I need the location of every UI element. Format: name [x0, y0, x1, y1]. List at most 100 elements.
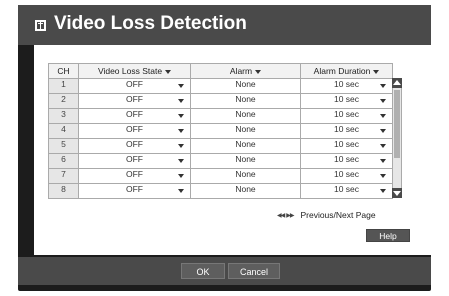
video-loss-state-select[interactable]: OFF	[78, 123, 191, 139]
header-video-loss-state[interactable]: Video Loss State	[78, 63, 191, 79]
channel-number-value: 4	[61, 124, 66, 135]
video-loss-state-select[interactable]: OFF	[78, 93, 191, 109]
chevron-down-icon[interactable]	[178, 159, 184, 163]
header-alarm[interactable]: Alarm	[190, 63, 301, 79]
alarm-value[interactable]: None	[190, 78, 301, 94]
table-row: 7 OFF None 10 sec	[48, 168, 393, 184]
table-scrollbar[interactable]	[392, 78, 402, 198]
alarm-duration-select[interactable]: 10 sec	[300, 153, 393, 169]
chevron-down-icon[interactable]	[380, 99, 386, 103]
alarm-duration-select[interactable]: 10 sec	[300, 123, 393, 139]
alarm-duration-select[interactable]: 10 sec	[300, 138, 393, 154]
alarm-value[interactable]: None	[190, 153, 301, 169]
alarm-duration-select[interactable]: 10 sec	[300, 108, 393, 124]
chevron-down-icon[interactable]	[178, 144, 184, 148]
table-row: 2 OFF None 10 sec	[48, 93, 393, 109]
video-loss-state-select[interactable]: OFF	[78, 138, 191, 154]
channel-number-value: 3	[61, 109, 66, 120]
video-loss-state-select[interactable]: OFF	[78, 78, 191, 94]
chevron-down-icon[interactable]	[178, 84, 184, 88]
menu-grid-icon	[35, 20, 46, 31]
alarm-value-value: None	[235, 184, 256, 195]
chevron-down-icon[interactable]	[380, 144, 386, 148]
alarm-value-value: None	[235, 79, 256, 90]
alarm-value[interactable]: None	[190, 183, 301, 199]
channel-number-value: 7	[61, 169, 66, 180]
channel-number: 5	[48, 138, 79, 154]
table-row: 1 OFF None 10 sec	[48, 78, 393, 94]
alarm-duration-select-value: 10 sec	[333, 79, 360, 90]
chevron-down-icon[interactable]	[380, 174, 386, 178]
next-page-icon[interactable]: ▶▶	[286, 212, 294, 219]
channel-number-value: 8	[61, 184, 66, 195]
alarm-duration-select-value: 10 sec	[333, 94, 360, 105]
header-alarm-duration[interactable]: Alarm Duration	[300, 63, 393, 79]
channel-number-value: 1	[61, 79, 66, 90]
previous-page-icon[interactable]: ◀◀	[277, 212, 285, 219]
channel-number: 6	[48, 153, 79, 169]
alarm-value-value: None	[235, 154, 256, 165]
chevron-down-icon[interactable]	[178, 114, 184, 118]
video-loss-state-select-value: OFF	[126, 169, 143, 180]
table-row: 5 OFF None 10 sec	[48, 138, 393, 154]
video-loss-state-select[interactable]: OFF	[78, 153, 191, 169]
alarm-duration-select[interactable]: 10 sec	[300, 78, 393, 94]
video-loss-state-select[interactable]: OFF	[78, 183, 191, 199]
chevron-down-icon	[373, 69, 380, 74]
video-loss-state-select[interactable]: OFF	[78, 108, 191, 124]
alarm-value[interactable]: None	[190, 123, 301, 139]
alarm-value[interactable]: None	[190, 93, 301, 109]
chevron-down-icon[interactable]	[380, 159, 386, 163]
chevron-down-icon[interactable]	[380, 114, 386, 118]
channel-number: 2	[48, 93, 79, 109]
help-button[interactable]: Help	[366, 229, 410, 242]
alarm-duration-select[interactable]: 10 sec	[300, 168, 393, 184]
alarm-duration-select-value: 10 sec	[333, 109, 360, 120]
alarm-duration-select-value: 10 sec	[333, 124, 360, 135]
alarm-value[interactable]: None	[190, 168, 301, 184]
title-bar: Video Loss Detection	[18, 5, 431, 45]
chevron-down-icon[interactable]	[178, 174, 184, 178]
video-loss-state-select-value: OFF	[126, 139, 143, 150]
video-loss-state-select[interactable]: OFF	[78, 168, 191, 184]
channel-number-value: 6	[61, 154, 66, 165]
video-loss-state-select-value: OFF	[126, 154, 143, 165]
alarm-duration-select[interactable]: 10 sec	[300, 93, 393, 109]
page-navigation: ◀◀ ▶▶ Previous/Next Page	[277, 209, 376, 221]
alarm-duration-select[interactable]: 10 sec	[300, 183, 393, 199]
action-bar: OK Cancel	[18, 257, 431, 285]
table-header-row: CH Video Loss State Alarm Alarm Duration	[48, 63, 393, 79]
alarm-value[interactable]: None	[190, 138, 301, 154]
chevron-down-icon[interactable]	[380, 129, 386, 133]
alarm-duration-select-value: 10 sec	[333, 169, 360, 180]
channel-number: 1	[48, 78, 79, 94]
chevron-down-icon[interactable]	[178, 99, 184, 103]
channel-number-value: 2	[61, 94, 66, 105]
channel-number-value: 5	[61, 139, 66, 150]
video-loss-state-select-value: OFF	[126, 184, 143, 195]
chevron-down-icon[interactable]	[178, 189, 184, 193]
chevron-down-icon[interactable]	[380, 84, 386, 88]
alarm-value-value: None	[235, 109, 256, 120]
chevron-down-icon[interactable]	[380, 189, 386, 193]
alarm-duration-select-value: 10 sec	[333, 139, 360, 150]
alarm-value[interactable]: None	[190, 108, 301, 124]
video-loss-table: CH Video Loss State Alarm Alarm Duration…	[48, 63, 393, 199]
cancel-button[interactable]: Cancel	[228, 263, 280, 279]
scroll-thumb[interactable]	[394, 90, 400, 158]
chevron-down-icon[interactable]	[178, 129, 184, 133]
scroll-up-icon[interactable]	[392, 78, 402, 88]
chevron-down-icon	[255, 69, 262, 74]
scroll-down-icon[interactable]	[392, 188, 402, 198]
table-row: 3 OFF None 10 sec	[48, 108, 393, 124]
channel-number: 8	[48, 183, 79, 199]
alarm-value-value: None	[235, 139, 256, 150]
video-loss-state-select-value: OFF	[126, 109, 143, 120]
ok-button[interactable]: OK	[181, 263, 225, 279]
table-row: 8 OFF None 10 sec	[48, 183, 393, 199]
channel-number: 7	[48, 168, 79, 184]
alarm-value-value: None	[235, 124, 256, 135]
alarm-value-value: None	[235, 94, 256, 105]
settings-panel: CH Video Loss State Alarm Alarm Duration…	[34, 45, 432, 255]
table-row: 6 OFF None 10 sec	[48, 153, 393, 169]
